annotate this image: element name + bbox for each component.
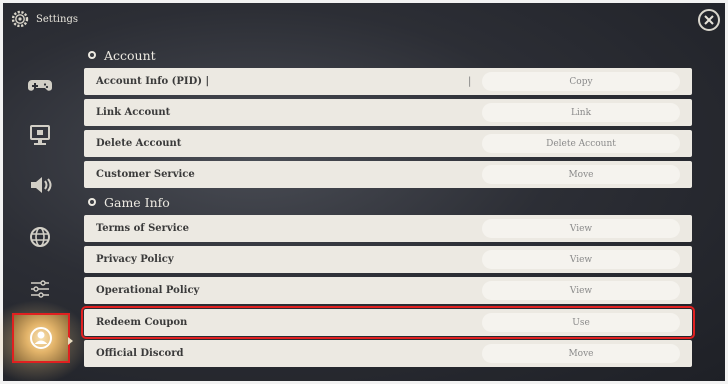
row-customer-service: Customer Service Move — [84, 161, 692, 188]
row-label: Official Discord — [96, 348, 184, 359]
settings-gear-icon — [10, 9, 30, 29]
delete-account-button[interactable]: Delete Account — [482, 134, 680, 153]
customer-service-move-button[interactable]: Move — [482, 165, 680, 184]
gamepad-icon — [28, 80, 52, 91]
row-label: Redeem Coupon — [96, 317, 188, 328]
row-label: Customer Service — [96, 169, 195, 180]
section-bullet-icon — [88, 198, 96, 206]
section-bullet-icon — [88, 51, 96, 59]
sidebar-item-audio[interactable] — [14, 162, 66, 208]
close-button[interactable] — [698, 9, 720, 31]
sidebar-item-other-settings[interactable] — [14, 266, 66, 312]
row-operational-policy: Operational Policy View — [84, 277, 692, 304]
row-terms-of-service: Terms of Service View — [84, 215, 692, 242]
row-label: Link Account — [96, 107, 171, 118]
row-label: Privacy Policy — [96, 254, 174, 265]
discord-move-button[interactable]: Move — [482, 344, 680, 363]
sidebar-item-account[interactable] — [12, 313, 70, 363]
sidebar-item-controller[interactable] — [14, 61, 66, 107]
row-label: Account Info (PID) | — [96, 76, 210, 87]
row-official-discord: Official Discord Move — [84, 340, 692, 367]
row-redeem-coupon: Redeem Coupon Use — [81, 306, 695, 339]
active-tab-pointer — [68, 337, 73, 345]
terms-view-button[interactable]: View — [482, 219, 680, 238]
row-account-info: Account Info (PID) | | Copy — [84, 68, 692, 95]
operational-view-button[interactable]: View — [482, 281, 680, 300]
row-label: Terms of Service — [96, 223, 189, 234]
close-icon — [704, 15, 714, 25]
row-privacy-policy: Privacy Policy View — [84, 246, 692, 273]
speaker-icon — [31, 177, 52, 193]
row-delete-account: Delete Account Delete Account — [84, 130, 692, 157]
link-button[interactable]: Link — [482, 103, 680, 122]
globe-icon — [30, 227, 50, 247]
sidebar — [0, 40, 76, 384]
copy-button[interactable]: Copy — [482, 72, 680, 91]
sidebar-item-display[interactable] — [14, 112, 66, 158]
page-title: Settings — [36, 13, 78, 25]
row-label: Operational Policy — [96, 285, 200, 296]
user-icon — [30, 327, 52, 349]
sliders-icon — [31, 280, 49, 298]
sidebar-item-language[interactable] — [14, 214, 66, 260]
section-title-account: Account — [88, 47, 156, 63]
row-label: Delete Account — [96, 138, 182, 149]
redeem-coupon-use-button[interactable]: Use — [482, 313, 680, 332]
privacy-view-button[interactable]: View — [482, 250, 680, 269]
section-title-game-info: Game Info — [88, 194, 170, 210]
text-cursor: | — [468, 76, 472, 87]
settings-header: Settings — [10, 8, 78, 30]
monitor-icon — [30, 125, 50, 145]
row-link-account: Link Account Link — [84, 99, 692, 126]
